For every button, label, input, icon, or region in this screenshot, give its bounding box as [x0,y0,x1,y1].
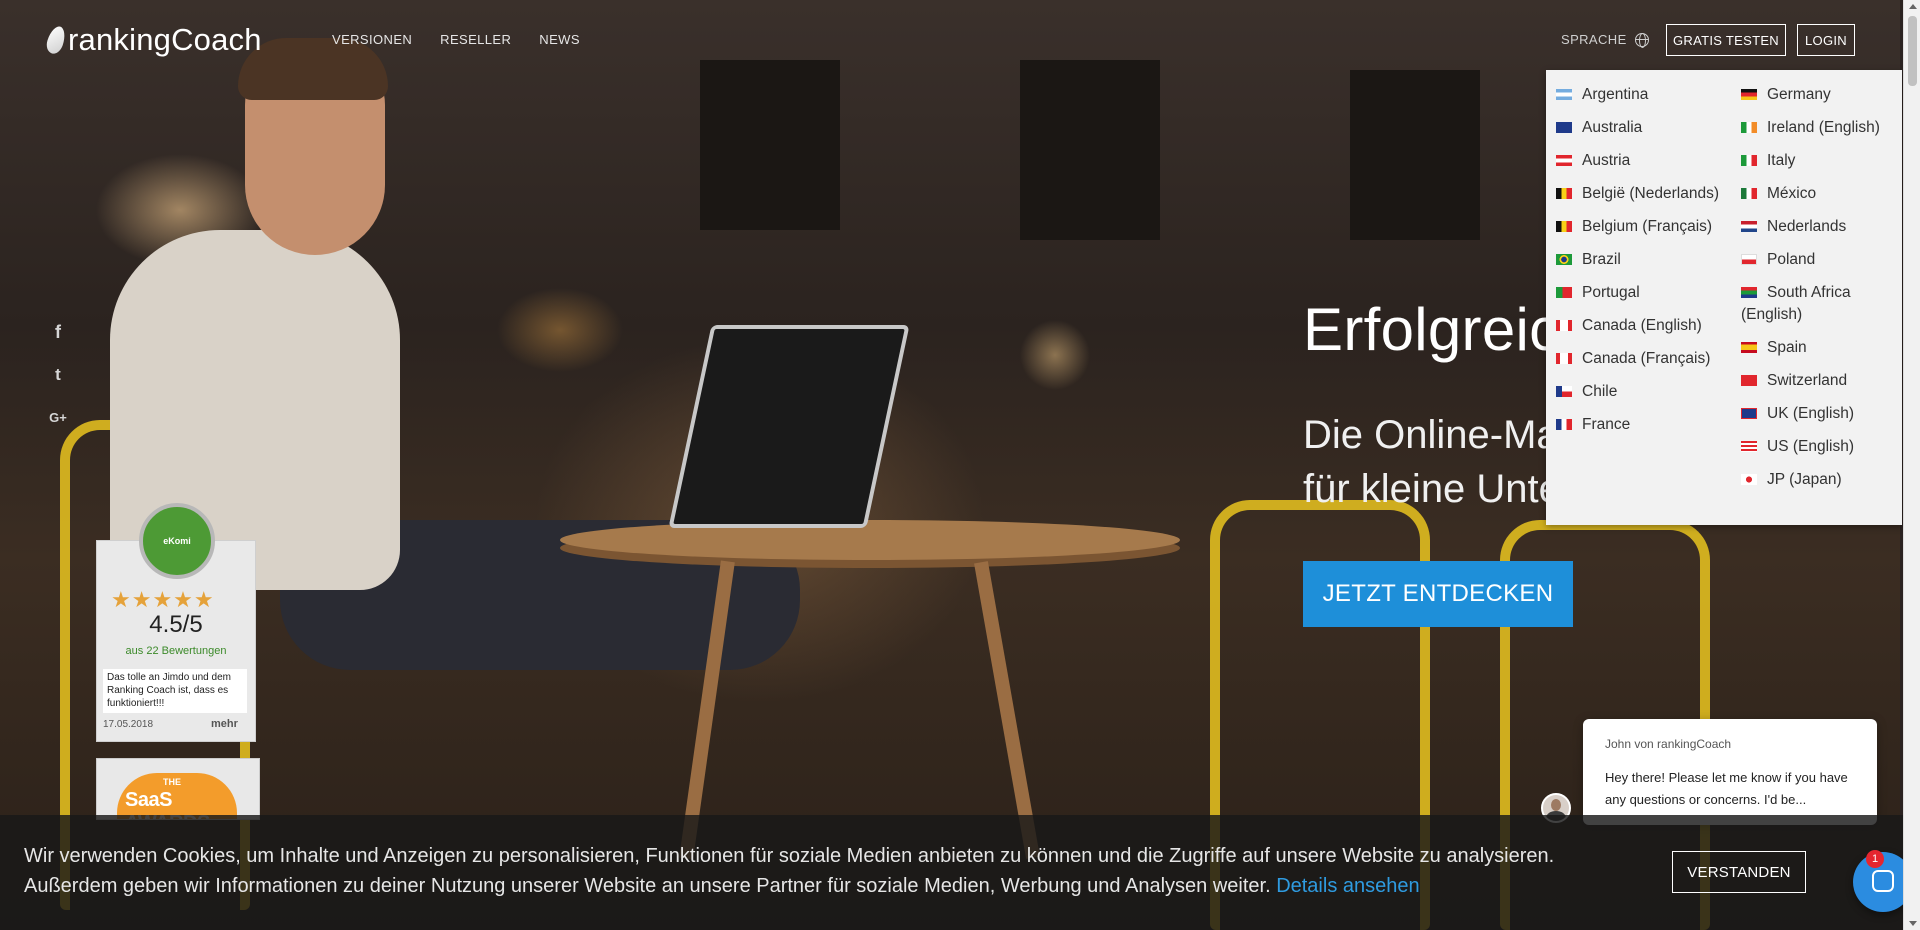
austria-flag-icon [1556,155,1572,166]
brazil-flag-icon [1556,254,1572,265]
saas-awards-badge[interactable]: THE SaaS AWARDS [96,758,260,820]
review-quote: Das tolle an Jimdo und dem Ranking Coach… [103,669,247,713]
logo-leaf-icon [44,24,68,56]
language-selector[interactable]: SPRACHE [1561,32,1649,48]
cookie-text: Wir verwenden Cookies, um Inhalte und An… [24,841,1624,901]
canada-flag-icon [1556,320,1572,331]
language-option-canada-en[interactable]: Canada (English) [1546,315,1726,337]
language-option-germany[interactable]: Germany [1731,84,1901,106]
saas-award-the: THE [163,777,181,787]
chat-preview-card[interactable]: John von rankingCoach Hey there! Please … [1583,719,1877,825]
language-option-ireland[interactable]: Ireland (English) [1731,117,1901,139]
language-label: SPRACHE [1561,32,1627,47]
unread-badge: 1 [1866,850,1884,868]
nav-reseller[interactable]: RESELLER [440,32,511,47]
login-button[interactable]: LOGIN [1797,24,1855,56]
poland-flag-icon [1741,254,1757,265]
language-option-canada-fr[interactable]: Canada (Français) [1546,348,1726,370]
scroll-up-arrow-icon[interactable] [1909,4,1917,9]
language-option-austria[interactable]: Austria [1546,150,1726,172]
language-option-spain[interactable]: Spain [1731,337,1901,359]
mexico-flag-icon [1741,188,1757,199]
cookie-accept-button[interactable]: VERSTANDEN [1672,851,1806,893]
chat-sender-name: John von rankingCoach [1605,737,1732,751]
nav-versionen[interactable]: VERSIONEN [332,32,412,47]
language-option-nederlands[interactable]: Nederlands [1731,216,1901,238]
language-option-portugal[interactable]: Portugal [1546,282,1726,304]
france-flag-icon [1556,419,1572,430]
argentina-flag-icon [1556,89,1572,100]
review-more-link[interactable]: mehr [211,718,238,730]
rating-count: aus 22 Bewertungen [125,645,227,657]
spain-flag-icon [1741,342,1757,353]
twitter-icon[interactable]: t [48,365,68,385]
rating-stars: ★★★★★ [111,587,215,612]
discover-button[interactable]: JETZT ENTDECKEN [1303,561,1573,627]
nav-news[interactable]: NEWS [539,32,580,47]
language-option-uk[interactable]: UK (English) [1731,403,1901,425]
language-option-italy[interactable]: Italy [1731,150,1901,172]
language-column-right: Germany Ireland (English) Italy México N… [1731,84,1901,502]
netherlands-flag-icon [1741,221,1757,232]
language-option-poland[interactable]: Poland [1731,249,1901,271]
background-window [700,60,840,230]
logo-text: rankingCoach [68,22,262,57]
language-option-brazil[interactable]: Brazil [1546,249,1726,271]
language-option-us[interactable]: US (English) [1731,436,1901,458]
language-column-left: Argentina Australia Austria België (Nede… [1546,84,1726,447]
ireland-flag-icon [1741,122,1757,133]
language-option-japan[interactable]: JP (Japan) [1731,469,1901,491]
facebook-icon[interactable]: f [48,322,68,343]
language-option-belgie[interactable]: België (Nederlands) [1546,183,1726,205]
background-window [1020,60,1160,240]
background-window [1350,70,1480,240]
scroll-thumb[interactable] [1908,16,1917,86]
cookie-details-link[interactable]: Details ansehen [1276,875,1419,897]
belgium-flag-icon [1556,188,1572,199]
italy-flag-icon [1741,155,1757,166]
language-option-france[interactable]: France [1546,414,1726,436]
cookie-banner: Wir verwenden Cookies, um Inhalte und An… [0,815,1903,930]
language-option-argentina[interactable]: Argentina [1546,84,1726,106]
language-option-australia[interactable]: Australia [1546,117,1726,139]
australia-flag-icon [1556,122,1572,133]
chile-flag-icon [1556,386,1572,397]
site-logo[interactable]: rankingCoach [44,22,262,58]
scroll-down-arrow-icon[interactable] [1909,921,1917,926]
language-option-south-africa[interactable]: South Africa (English) [1731,282,1901,326]
cafe-table [560,520,1180,560]
language-option-belgium-fr[interactable]: Belgium (Français) [1546,216,1726,238]
language-option-chile[interactable]: Chile [1546,381,1726,403]
ekomi-rating-widget[interactable]: eKomi ★★★★★ 4.5/5 aus 22 Bewertungen Das… [96,503,256,742]
ekomi-seal-icon: eKomi [139,503,215,579]
south-africa-flag-icon [1741,287,1757,298]
free-trial-button[interactable]: GRATIS TESTEN [1666,24,1786,56]
google-plus-icon[interactable]: G+ [48,410,68,425]
language-dropdown: Argentina Australia Austria België (Nede… [1546,70,1902,525]
japan-flag-icon [1741,474,1757,485]
belgium-flag-icon [1556,221,1572,232]
us-flag-icon [1741,441,1757,452]
laptop [668,325,910,528]
main-nav: VERSIONEN RESELLER NEWS [332,32,608,47]
review-date: 17.05.2018 [103,719,154,730]
germany-flag-icon [1741,89,1757,100]
chat-bubble-icon [1872,870,1894,892]
uk-flag-icon [1741,408,1757,419]
rating-score: 4.5/5 [149,611,203,638]
canada-flag-icon [1556,353,1572,364]
language-option-switzerland[interactable]: Switzerland [1731,370,1901,392]
chat-message: Hey there! Please let me know if you hav… [1605,770,1848,807]
page-scrollbar[interactable] [1903,0,1920,930]
language-option-mexico[interactable]: México [1731,183,1901,205]
globe-icon [1634,32,1649,48]
switzerland-flag-icon [1741,375,1757,386]
portugal-flag-icon [1556,287,1572,298]
